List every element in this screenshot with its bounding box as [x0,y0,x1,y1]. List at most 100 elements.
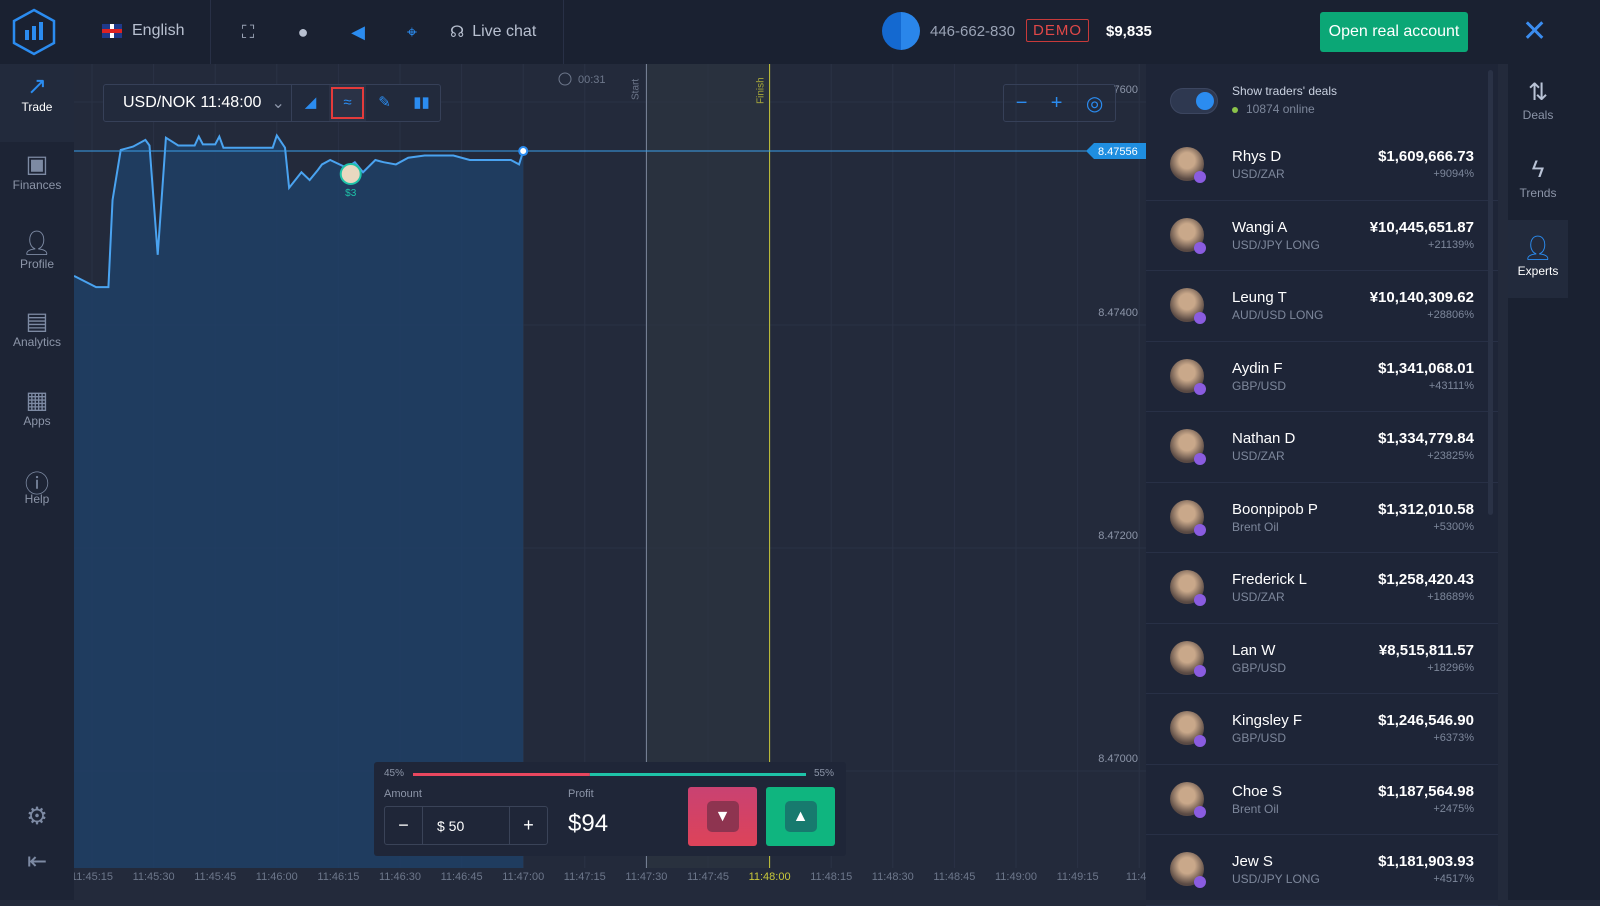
language-label: English [132,22,185,39]
close-icon[interactable]: ✕ [1522,14,1547,49]
sidebar-item-analytics[interactable]: ▤ Analytics [0,299,74,377]
decrease-amount-button[interactable]: − [385,807,422,844]
toggle-label: Show traders' deals [1232,84,1338,98]
trader-row[interactable]: Boonpipob P Brent Oil $1,312,010.58 +530… [1146,483,1498,553]
help-icon[interactable]: ● [291,20,315,44]
lightning-icon: ϟ [1531,156,1545,183]
x-tick-label: 11:48:45 [933,871,975,883]
sidebar-item-trade[interactable]: ↗ Trade [0,64,74,142]
area-chart-icon[interactable]: ◢ [292,85,329,121]
nav-experts[interactable]: 👤︎ Experts [1508,220,1568,298]
buy-percent: 55% [814,768,835,779]
target-icon[interactable]: ⌖ [400,20,424,44]
buy-up-button[interactable]: ▲ [766,787,835,846]
trader-percent: +5300% [1433,520,1474,533]
x-tick-label: 11:45:45 [194,871,236,883]
x-tick-label: 11:47:30 [625,871,667,883]
trader-row[interactable]: Rhys D USD/ZAR $1,609,666.73 +9094% [1146,130,1498,201]
nav-label: Experts [1517,264,1559,278]
pencil-icon[interactable]: ✎ [366,85,403,121]
trader-percent: +9094% [1433,168,1474,180]
sidebar-item-help[interactable]: ⓘ Help [0,456,74,534]
nav-trends[interactable]: ϟ Trends [1508,142,1568,220]
trader-percent: +28806% [1427,309,1474,321]
recenter-icon[interactable]: ◎ [1086,91,1103,116]
x-tick-label: 11:47:15 [564,871,606,883]
finish-label: Finish [756,77,767,104]
zoom-in-icon[interactable]: + [1051,92,1063,115]
trader-row[interactable]: Nathan D USD/ZAR $1,334,779.84 +23825% [1146,412,1498,483]
sidebar-item-finances[interactable]: ▣ Finances [0,142,74,220]
amount-input[interactable] [422,807,510,844]
trader-avatar [1170,640,1206,677]
current-point [518,146,529,157]
language-selector[interactable]: English [102,22,184,40]
sidebar-item-profile[interactable]: 👤︎ Profile [0,221,74,299]
trader-amount: ¥10,445,651.87 [1369,218,1474,236]
sidebar-item-label: Analytics [12,335,62,349]
price-area [74,135,524,868]
traders-list: Rhys D USD/ZAR $1,609,666.73 +9094% Wang… [1146,130,1498,906]
trader-amount: ¥10,140,309.62 [1369,289,1474,306]
trader-avatar [1170,217,1206,254]
trader-row[interactable]: Lan W GBP/USD ¥8,515,811.57 +18296% [1146,624,1498,694]
asset-selector[interactable]: USD/NOK 11:48:00 ⌄ [104,85,292,121]
logo[interactable] [10,8,58,56]
sidebar-item-label: Trade [21,100,53,114]
info-icon: ⓘ [25,471,49,498]
trader-asset: USD/JPY LONG [1232,872,1320,886]
trader-avatar [1170,429,1206,465]
chevron-down-icon: ⌄ [271,95,285,112]
sound-icon[interactable]: ◀ [346,20,370,44]
trader-row[interactable]: Aydin F GBP/USD $1,341,068.01 +43111% [1146,342,1498,412]
sidebar-item-label: Finances [12,178,62,192]
x-tick-label: 11:45:15 [74,871,113,883]
increase-amount-button[interactable]: + [510,807,547,844]
user-avatar[interactable] [882,12,920,50]
demo-badge[interactable]: DEMO [1026,19,1089,42]
trader-percent: +21139% [1428,238,1474,251]
asset-label: USD/NOK 11:48:00 [123,94,262,111]
profit-value: $94 [568,810,609,837]
trader-name: Kingsley F [1232,712,1303,729]
trader-row[interactable]: Frederick L USD/ZAR $1,258,420.43 +18689… [1146,553,1498,624]
nav-deals[interactable]: ⇅ Deals [1508,64,1568,142]
show-traders-deals-toggle[interactable] [1170,88,1218,114]
trader-row[interactable]: Kingsley F GBP/USD $1,246,546.90 +6373% [1146,694,1498,765]
settings-button[interactable]: ⚙ [0,794,74,830]
trader-row[interactable]: Wangi A USD/JPY LONG ¥10,445,651.87 +211… [1146,201,1498,271]
sidebar-item-apps[interactable]: ▦ Apps [0,378,74,456]
indicators-icon[interactable]: ≈ [329,85,366,121]
trader-percent: +43111% [1428,379,1474,392]
x-tick-label: 11:46:45 [441,871,483,883]
logout-button[interactable]: ⇤ [0,839,74,875]
x-tick-label: 11:47:00 [502,871,544,883]
trader-asset: USD/ZAR [1232,167,1285,181]
trader-amount: $1,258,420.43 [1378,571,1474,588]
scrollbar[interactable] [1488,70,1493,515]
trader-amount: $1,609,666.73 [1378,148,1474,165]
live-chat-button[interactable]: ☊ Live chat [450,22,536,42]
headset-icon: ☊ [450,24,465,41]
x-tick-label: 11:47:45 [687,871,729,883]
trader-avatar [1170,711,1206,747]
trader-row[interactable]: Choe S Brent Oil $1,187,564.98 +2475% [1146,765,1498,835]
zoom-controls: − + ◎ [1003,84,1116,122]
sell-percent: 45% [384,768,405,779]
user-icon: 👤︎ [21,230,53,257]
balance[interactable]: $9,835 [1106,23,1152,40]
trader-name: Wangi A [1232,218,1288,236]
fullscreen-icon[interactable]: ⛶ [236,20,260,44]
chevron-up-icon: ▲ [784,801,817,832]
trader-name: Rhys D [1232,148,1282,165]
zoom-out-icon[interactable]: − [1016,92,1028,115]
user-plus-icon: 👤︎ [1522,235,1554,262]
trader-row[interactable]: Leung T AUD/USD LONG ¥10,140,309.62 +288… [1146,271,1498,342]
chart-toolbar: USD/NOK 11:48:00 ⌄ ◢ ≈ ✎ ▮▮ [103,84,441,122]
x-tick-label: 11:48:15 [810,871,852,883]
trader-row[interactable]: Jew S USD/JPY LONG $1,181,903.93 +4517% [1146,835,1498,906]
open-real-account-button[interactable]: Open real account [1320,12,1468,52]
layout-icon[interactable]: ▮▮ [403,85,440,121]
sell-down-button[interactable]: ▼ [688,787,757,846]
document-icon: ▤ [25,308,49,335]
